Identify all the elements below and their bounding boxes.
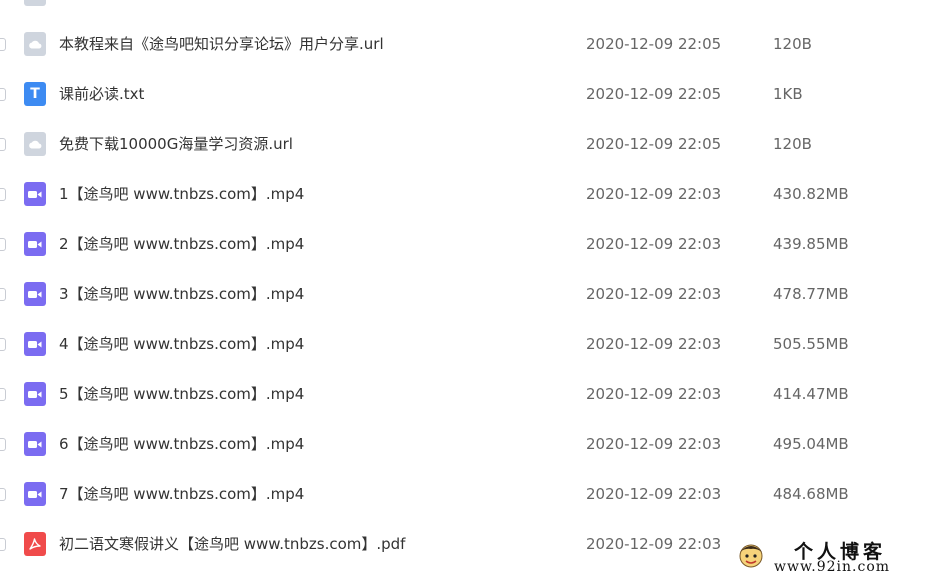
file-name[interactable]: 5【途鸟吧 www.tnbzs.com】.mp4 [59, 384, 304, 404]
watermark: 个人博客 www.92in.com [736, 536, 928, 579]
file-name[interactable]: 6【途鸟吧 www.tnbzs.com】.mp4 [59, 434, 304, 454]
file-size: 1KB [773, 85, 803, 103]
row-checkbox[interactable] [0, 288, 6, 301]
file-size: 414.47MB [773, 385, 849, 403]
file-name[interactable]: 课前必读.txt [59, 84, 144, 104]
video-file-icon [24, 282, 46, 306]
file-name[interactable]: 4【途鸟吧 www.tnbzs.com】.mp4 [59, 334, 304, 354]
video-file-icon [24, 382, 46, 406]
row-checkbox[interactable] [0, 488, 6, 501]
video-file-icon [24, 232, 46, 256]
file-date: 2020-12-09 22:03 [586, 385, 722, 403]
video-file-icon [24, 182, 46, 206]
row-checkbox[interactable] [0, 538, 6, 551]
file-row[interactable]: 6【途鸟吧 www.tnbzs.com】.mp4 2020-12-09 22:0… [0, 419, 928, 469]
row-checkbox[interactable] [0, 188, 6, 201]
file-name[interactable]: 2【途鸟吧 www.tnbzs.com】.mp4 [59, 234, 304, 254]
watermark-url: www.92in.com [774, 559, 891, 575]
file-size: 120B [773, 35, 812, 53]
file-name[interactable]: 7【途鸟吧 www.tnbzs.com】.mp4 [59, 484, 304, 504]
file-size: 439.85MB [773, 235, 849, 253]
partial-folder-icon [24, 0, 46, 6]
file-row[interactable]: 7【途鸟吧 www.tnbzs.com】.mp4 2020-12-09 22:0… [0, 469, 928, 519]
file-date: 2020-12-09 22:03 [586, 285, 722, 303]
file-date: 2020-12-09 22:03 [586, 435, 722, 453]
smiley-face-icon [739, 544, 763, 568]
file-row[interactable]: 5【途鸟吧 www.tnbzs.com】.mp4 2020-12-09 22:0… [0, 369, 928, 419]
row-checkbox[interactable] [0, 338, 6, 351]
file-date: 2020-12-09 22:03 [586, 535, 722, 553]
video-file-icon [24, 432, 46, 456]
file-date: 2020-12-09 22:05 [586, 35, 722, 53]
file-row[interactable]: 本教程来自《途鸟吧知识分享论坛》用户分享.url 2020-12-09 22:0… [0, 19, 928, 69]
file-size: 505.55MB [773, 335, 849, 353]
file-date: 2020-12-09 22:03 [586, 485, 722, 503]
file-row[interactable]: T 课前必读.txt 2020-12-09 22:05 1KB [0, 69, 928, 119]
file-date: 2020-12-09 22:05 [586, 85, 722, 103]
file-name[interactable]: 本教程来自《途鸟吧知识分享论坛》用户分享.url [59, 34, 384, 54]
file-size: 478.77MB [773, 285, 849, 303]
file-date: 2020-12-09 22:05 [586, 135, 722, 153]
video-file-icon [24, 332, 46, 356]
row-checkbox[interactable] [0, 238, 6, 251]
row-checkbox[interactable] [0, 388, 6, 401]
row-checkbox[interactable] [0, 38, 6, 51]
file-name[interactable]: 1【途鸟吧 www.tnbzs.com】.mp4 [59, 184, 304, 204]
file-size: 120B [773, 135, 812, 153]
file-size: 430.82MB [773, 185, 849, 203]
link-file-icon [24, 132, 46, 156]
text-file-icon: T [24, 82, 46, 106]
row-checkbox[interactable] [0, 138, 6, 151]
file-name[interactable]: 3【途鸟吧 www.tnbzs.com】.mp4 [59, 284, 304, 304]
video-file-icon [24, 482, 46, 506]
link-file-icon [24, 32, 46, 56]
file-row[interactable]: 4【途鸟吧 www.tnbzs.com】.mp4 2020-12-09 22:0… [0, 319, 928, 369]
file-row[interactable]: 2【途鸟吧 www.tnbzs.com】.mp4 2020-12-09 22:0… [0, 219, 928, 269]
file-date: 2020-12-09 22:03 [586, 335, 722, 353]
file-date: 2020-12-09 22:03 [586, 185, 722, 203]
file-row[interactable]: 3【途鸟吧 www.tnbzs.com】.mp4 2020-12-09 22:0… [0, 269, 928, 319]
file-size: 484.68MB [773, 485, 849, 503]
file-date: 2020-12-09 22:03 [586, 235, 722, 253]
file-name[interactable]: 初二语文寒假讲义【途鸟吧 www.tnbzs.com】.pdf [59, 534, 405, 554]
file-size: 495.04MB [773, 435, 849, 453]
row-checkbox[interactable] [0, 88, 6, 101]
file-name[interactable]: 免费下载10000G海量学习资源.url [59, 134, 293, 154]
row-checkbox[interactable] [0, 438, 6, 451]
pdf-file-icon [24, 532, 46, 556]
file-row[interactable]: 1【途鸟吧 www.tnbzs.com】.mp4 2020-12-09 22:0… [0, 169, 928, 219]
file-row[interactable]: 免费下载10000G海量学习资源.url 2020-12-09 22:05 12… [0, 119, 928, 169]
